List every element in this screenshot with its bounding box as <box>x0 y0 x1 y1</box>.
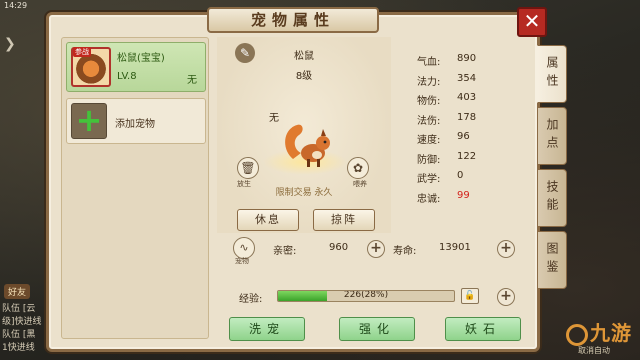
stat-value: 890 <box>457 53 477 64</box>
chat-line: 1快进线 <box>2 343 35 353</box>
pet-name: 松鼠 <box>294 51 314 62</box>
add-exp-button[interactable]: + <box>497 288 515 306</box>
ring-icon <box>566 323 588 346</box>
chat-line: 队伍 [云 <box>2 304 36 314</box>
stat-row: 防御: 122 <box>417 151 517 171</box>
add-pet-label: 添加宠物 <box>115 119 155 130</box>
paw-icon[interactable]: ✿ <box>347 157 369 179</box>
trade-restriction: 限制交易 永久 <box>275 188 333 198</box>
stat-value: 122 <box>457 150 477 162</box>
bond-icon-label: 宠物 <box>235 257 249 265</box>
stat-row: 忠诚: 99 <box>417 190 517 210</box>
loyalty-value: 99 <box>457 189 470 201</box>
bond-section: ∿ 宠物 亲密: 960 + 寿命: 13901 + 经验: 226(28%) … <box>217 235 517 315</box>
affinity-label: 亲密: <box>273 246 297 257</box>
side-tabs: 属性 加点 技能 图鉴 <box>537 45 571 293</box>
stat-label: 法伤: <box>417 115 441 127</box>
tab-points[interactable]: 加点 <box>537 107 567 165</box>
stat-value: 178 <box>457 111 477 123</box>
tab-collection[interactable]: 图鉴 <box>537 231 567 289</box>
status-time: 14:29 <box>4 1 28 10</box>
stat-label: 防御: <box>417 154 441 166</box>
tab-skills[interactable]: 技能 <box>537 169 567 227</box>
add-affinity-button[interactable]: + <box>367 240 385 258</box>
stat-label: 速度: <box>417 135 441 146</box>
auto-cancel-label[interactable]: 取消自动 <box>578 345 610 356</box>
stat-value: 354 <box>457 72 477 84</box>
stat-label: 气血: <box>417 57 441 68</box>
squirrel-pet-model <box>285 124 330 167</box>
exp-bar: 226(28%) <box>277 290 455 302</box>
watermark-logo: 九游 <box>566 317 632 346</box>
pet-card-name: 松鼠(宝宝) <box>117 53 165 64</box>
stat-row: 武学: 0 <box>417 170 517 190</box>
pet-list: 参战 松鼠(宝宝) LV.8 无 + 添加宠物 <box>61 37 209 339</box>
affinity-value: 960 <box>329 242 349 253</box>
pet-prefix: 无 <box>269 113 279 124</box>
stat-row: 速度: 96 <box>417 131 517 151</box>
stat-row: 物伤: 403 <box>417 92 517 112</box>
back-arrow-icon[interactable]: ❯ <box>4 36 16 52</box>
add-pet-button[interactable]: + 添加宠物 <box>66 98 206 144</box>
stat-label: 忠诚: <box>417 193 441 205</box>
stat-label: 物伤: <box>417 96 441 107</box>
window-title: 宠物属性 <box>207 7 379 33</box>
chat-hud[interactable]: 好友 队伍 [云 级]快进线 队伍 [黑 1快进线 <box>0 284 50 355</box>
stat-value: 403 <box>457 92 477 103</box>
close-button[interactable]: ✕ <box>517 7 547 37</box>
tab-attributes[interactable]: 属性 <box>537 45 567 103</box>
pet-card-status: 无 <box>187 75 197 86</box>
rest-button[interactable]: 休息 <box>237 209 299 231</box>
add-life-button[interactable]: + <box>497 240 515 258</box>
pet-portrait: 参战 <box>71 47 111 87</box>
pet-attributes-window: 宠物属性 ✕ 参战 松鼠(宝宝) LV.8 无 + 添加宠物 ✎ 松鼠 8级 无 <box>46 7 567 352</box>
stat-row: 法伤: 178 <box>417 112 517 132</box>
stat-value: 0 <box>457 170 464 181</box>
exp-text: 226(28%) <box>343 290 389 300</box>
stat-row: 气血: 890 <box>417 53 517 73</box>
exp-label: 经验: <box>239 294 263 305</box>
chat-line: 队伍 [黑 <box>2 330 36 340</box>
stat-row: 法力: 354 <box>417 73 517 93</box>
formation-button[interactable]: 掠阵 <box>313 209 375 231</box>
pet-card-level: LV.8 <box>117 71 137 82</box>
pet-level: 8级 <box>295 71 313 82</box>
stat-value: 96 <box>457 131 470 142</box>
chat-line: 级]快进线 <box>2 317 42 327</box>
reset-pet-button[interactable]: 洗宠 <box>229 317 305 341</box>
plus-icon: + <box>71 103 107 139</box>
enhance-button[interactable]: 强化 <box>339 317 415 341</box>
pet-card-selected[interactable]: 参战 松鼠(宝宝) LV.8 无 <box>66 42 206 92</box>
lock-icon[interactable]: 🔓 <box>461 288 479 304</box>
stat-label: 法力: <box>417 76 441 88</box>
pet-display-panel: ✎ 松鼠 8级 无 🗑 放生 ✿ 喂养 限制交易 永久 休息 掠阵 <box>217 37 391 233</box>
friend-button[interactable]: 好友 <box>4 284 31 299</box>
watermark-text: 九游 <box>590 321 632 345</box>
battle-badge: 参战 <box>73 47 91 57</box>
life-value: 13901 <box>439 242 471 253</box>
stats-panel: 气血: 890 法力: 354 物伤: 403 法伤: 178 速度: 96 防御: 122… <box>417 53 517 209</box>
stat-label: 武学: <box>417 174 441 185</box>
trash-icon[interactable]: 🗑 <box>237 157 259 179</box>
demon-stone-button[interactable]: 妖石 <box>445 317 521 341</box>
life-label: 寿命: <box>393 246 417 257</box>
